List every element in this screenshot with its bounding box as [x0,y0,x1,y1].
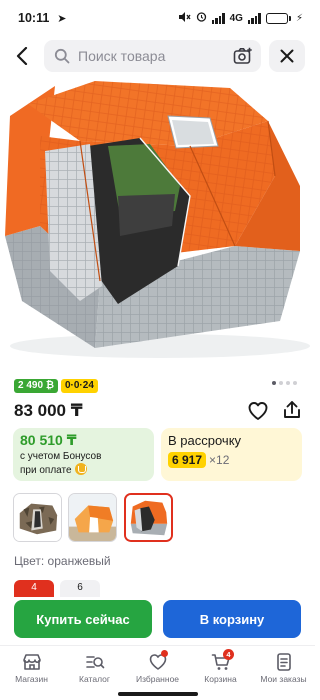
mute-icon [178,11,191,26]
nav-label-favorites: Избранное [135,674,180,684]
add-to-cart-button[interactable]: В корзину [163,600,301,638]
close-button[interactable] [269,40,305,72]
bottom-navigation: Магазин Каталог Избранное 4 Корзина Мои … [0,645,315,687]
telegram-icon: ➤ [57,12,67,25]
share-button[interactable] [281,399,303,421]
pagination-dot [286,381,290,385]
favorites-dot [161,650,168,657]
bonus-coin-icon [74,463,87,475]
thumb-orange-grey-tent [126,495,171,540]
search-input[interactable] [78,48,233,64]
cart-count-badge: 4 [223,649,234,660]
shop-icon [22,654,41,670]
nav-item-cart[interactable]: 4 Корзина [189,646,252,687]
bonus-price: 80 510 ₸ [20,432,77,448]
search-bar[interactable] [44,40,261,72]
bonus-price-card[interactable]: 80 510 ₸ с учетом Бонусов при оплате [13,428,154,481]
back-button[interactable] [0,38,44,74]
status-indicators: 4G 93 ⚡ [178,11,303,26]
pagination-dot [272,381,276,385]
favorite-button[interactable] [247,400,269,422]
status-time: 10:11 [18,11,50,25]
installment-card[interactable]: В рассрочку 6 917 ×12 [161,428,302,481]
bonus-coin-icon: ₿ [45,380,54,391]
alarm-icon [196,11,207,25]
pagination-dot [293,381,297,385]
bonus-badge: 2 490 ₿ [14,379,58,393]
status-bar: 10:11 ➤ 4G 93 ⚡ [0,0,315,36]
buy-now-button[interactable]: Купить сейчас [14,600,152,638]
installment-title: В рассрочку [168,433,242,448]
battery-icon: 93 [265,12,291,24]
product-image[interactable] [0,76,315,366]
installment-months: ×12 [209,453,230,467]
nav-label-orders: Мои заказы [260,674,307,684]
network-type: 4G [229,12,243,24]
bonus-badge-value: 2 490 [18,380,44,391]
search-icon [54,48,70,64]
installment-badge: 0·0·24 [60,379,98,393]
search-header [0,38,315,74]
nav-label-catalog: Каталог [79,674,110,684]
charging-icon: ⚡ [295,12,303,24]
bonus-note-line2: при оплате [20,465,72,476]
color-label: Цвет: оранжевый [14,554,111,568]
camera-search-icon[interactable] [233,47,253,65]
thumbnail-orange-outdoor[interactable] [68,493,117,542]
nav-item-shop[interactable]: Магазин [0,646,63,687]
nav-label-shop: Магазин [15,674,48,684]
nav-item-catalog[interactable]: Каталог [63,646,126,687]
share-icon [284,401,300,418]
product-price: 83 000 ₸ [14,401,83,420]
installment-monthly: 6 917 [168,452,207,468]
product-badges: 2 490 ₿ 0·0·24 [14,379,98,393]
battery-level: 93 [272,12,282,22]
thumb-camo-tent [14,494,61,541]
close-icon [280,49,294,63]
thumbnail-camo[interactable] [13,493,62,542]
image-pagination [272,381,297,385]
action-bar: Купить сейчас В корзину [0,597,315,645]
chevron-left-icon [16,47,28,65]
heart-icon [248,402,268,420]
bonus-note-line1: с учетом Бонусов [20,451,102,462]
home-indicator[interactable] [118,692,198,696]
product-screen: 10:11 ➤ 4G 93 ⚡ Поиск товара 2 490 ₿ 0·0… [0,0,315,700]
nav-item-orders[interactable]: Мои заказы [252,646,315,687]
thumbnail-orange-grey[interactable] [124,493,173,542]
tent-image [5,81,310,358]
nav-item-favorites[interactable]: Избранное [126,646,189,687]
bonus-note: с учетом Бонусов при оплате [20,451,147,477]
pagination-dot [279,381,283,385]
signal-icon-2 [247,12,261,24]
orders-icon [276,653,291,671]
nav-label-cart: Корзина [204,674,237,684]
catalog-icon [85,656,104,669]
signal-icon [211,12,225,24]
thumb-orange-outdoor-tent [69,494,116,541]
